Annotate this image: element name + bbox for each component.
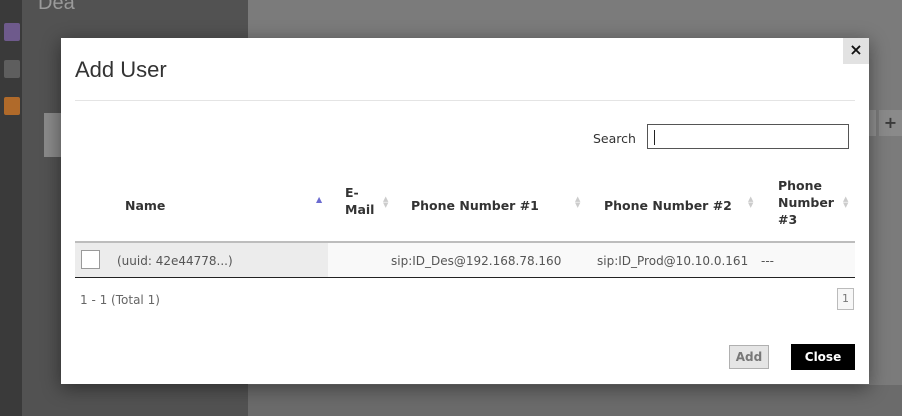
sort-both-icon: ▲ ▼ (383, 195, 389, 209)
sort-both-icon: ▲ ▼ (575, 195, 581, 209)
column-header-name[interactable]: Name (125, 198, 165, 213)
column-header-phone3-line3: #3 (778, 212, 798, 227)
column-header-email-line2: Mail (345, 202, 375, 217)
add-button[interactable]: Add (729, 345, 769, 369)
sort-ascending-icon: ▲ (316, 195, 323, 204)
cell-phone2: sip:ID_Prod@10.10.0.161 (597, 254, 749, 268)
background-main-footer (248, 385, 902, 416)
close-dialog-button[interactable]: × (843, 38, 869, 64)
column-header-phone3-line1: Phone (778, 178, 823, 193)
cell-name: (uuid: 42e44778...) (117, 254, 233, 268)
phone-icon (4, 23, 20, 41)
add-user-dialog: × Add User Search Name ▲ E- Mail ▲ ▼ Phon… (61, 38, 869, 384)
background-left-toolbar (0, 0, 22, 416)
list-icon (4, 97, 20, 115)
paging-info: 1 - 1 (Total 1) (80, 293, 160, 307)
sort-both-icon: ▲ ▼ (843, 195, 849, 209)
column-header-email[interactable]: E- Mail (345, 184, 374, 218)
background-sidebar-title: Dea (38, 0, 75, 14)
add-icon: + (879, 110, 902, 136)
title-divider (75, 100, 855, 101)
sort-both-icon: ▲ ▼ (748, 195, 754, 209)
column-header-phone2[interactable]: Phone Number #2 (604, 198, 732, 213)
cell-phone3: --- (761, 254, 774, 268)
page-button-1[interactable]: 1 (837, 288, 854, 310)
row-select-checkbox[interactable] (81, 250, 100, 269)
column-header-email-line1: E- (345, 185, 359, 200)
column-header-phone1[interactable]: Phone Number #1 (411, 198, 539, 213)
text-cursor (654, 130, 655, 145)
table-bottom-divider (75, 277, 855, 278)
column-header-phone3-line2: Number (778, 195, 834, 210)
search-label: Search (593, 131, 636, 146)
search-input[interactable] (647, 124, 849, 149)
tools-icon (4, 60, 20, 78)
column-header-phone3[interactable]: Phone Number #3 (778, 177, 834, 228)
close-button[interactable]: Close (791, 344, 855, 370)
dialog-title: Add User (75, 57, 167, 82)
cell-phone1: sip:ID_Des@192.168.78.160 (391, 254, 562, 268)
